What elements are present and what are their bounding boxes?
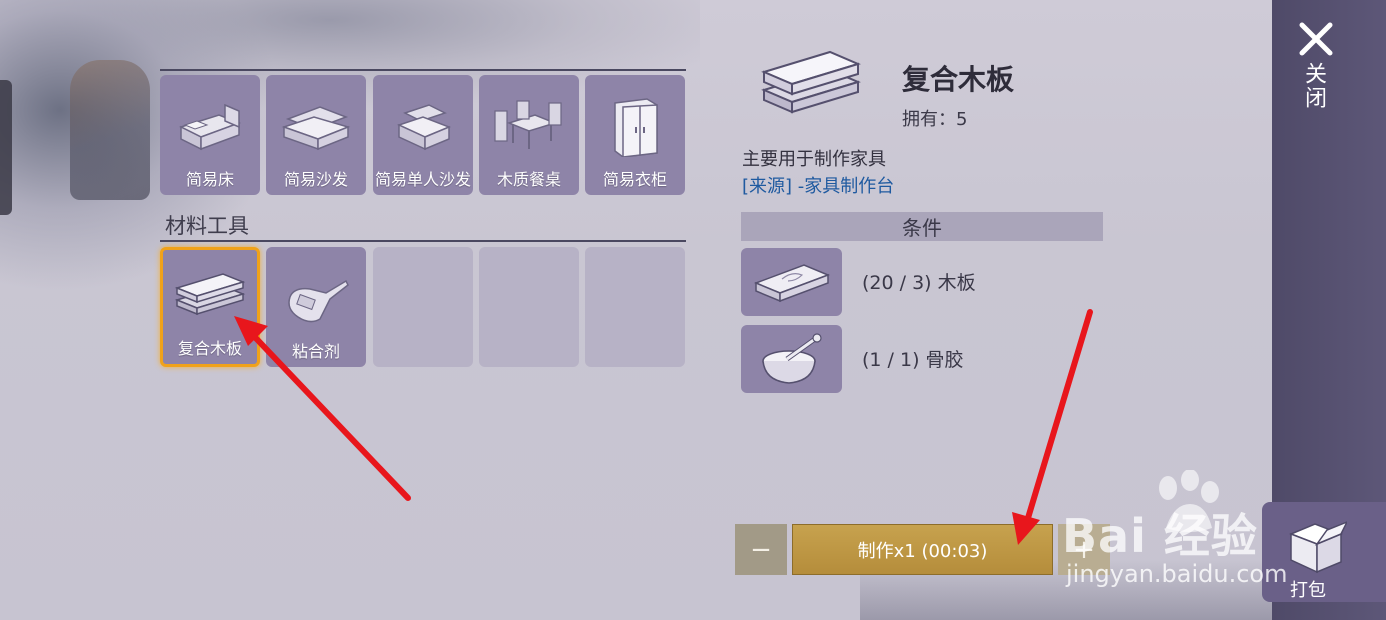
background-character	[70, 60, 150, 200]
craft-button-label: 制作x1 (00:03)	[857, 540, 988, 562]
item-slot-composite-board[interactable]: 复合木板	[160, 247, 260, 367]
empty-slot	[479, 247, 579, 367]
conditions-header: 条件	[741, 212, 1103, 241]
materials-section-title: 材料工具	[165, 214, 249, 238]
close-icon[interactable]	[1298, 22, 1334, 56]
requirement-text: (20 / 3) 木板	[862, 272, 976, 294]
materials-section-divider	[160, 240, 686, 242]
pack-button-label: 打包	[1290, 580, 1326, 601]
requirement-text: (1 / 1) 骨胶	[862, 349, 964, 371]
item-slot-bed[interactable]: 简易床	[160, 75, 260, 195]
owned-count: 拥有：5	[902, 109, 968, 130]
furniture-section-divider	[160, 69, 686, 71]
decrease-quantity-button[interactable]: −	[735, 524, 787, 575]
requirement-icon-slot[interactable]	[741, 248, 842, 316]
armchair-icon	[396, 104, 452, 151]
watermark-url: jingyan.baidu.com	[1066, 560, 1288, 588]
sofa-icon	[281, 106, 351, 151]
item-slot-dining-table[interactable]: 木质餐桌	[479, 75, 579, 195]
craft-button[interactable]: 制作x1 (00:03)	[792, 524, 1053, 575]
dining-table-icon	[494, 100, 562, 149]
item-slot-label: 简易衣柜	[602, 170, 667, 189]
item-slot-glue[interactable]: 粘合剂	[266, 247, 366, 367]
item-title: 复合木板	[902, 63, 1015, 96]
empty-slot	[373, 247, 473, 367]
item-slot-label: 木质餐桌	[496, 170, 561, 189]
item-slot-sofa[interactable]: 简易沙发	[266, 75, 366, 195]
item-slot-label: 简易床	[185, 170, 234, 189]
bed-icon	[179, 103, 242, 151]
glue-bottle-icon	[288, 279, 349, 323]
side-drawer-handle[interactable]	[0, 80, 12, 215]
item-slot-wardrobe[interactable]: 简易衣柜	[585, 75, 685, 195]
close-button-label[interactable]: 关闭	[1301, 62, 1329, 110]
item-slot-label: 粘合剂	[291, 342, 340, 361]
mortar-bowl-icon	[761, 333, 822, 384]
source-link[interactable]: [来源] -家具制作台	[742, 172, 894, 198]
requirement-icon-slot[interactable]	[741, 325, 842, 393]
empty-slot	[585, 247, 685, 367]
wood-plank-icon	[753, 264, 830, 303]
item-slot-label: 复合木板	[177, 339, 242, 358]
item-slot-label: 简易单人沙发	[374, 170, 471, 189]
conditions-title: 条件	[902, 216, 942, 240]
item-description: 主要用于制作家具	[742, 149, 886, 170]
watermark-text: Bai 经验	[1062, 509, 1258, 563]
wardrobe-icon	[614, 98, 658, 157]
composite-board-icon	[761, 50, 861, 114]
box-icon	[1288, 521, 1347, 574]
composite-board-icon	[174, 273, 246, 316]
item-slot-armchair[interactable]: 简易单人沙发	[373, 75, 473, 195]
item-slot-label: 简易沙发	[283, 170, 348, 189]
